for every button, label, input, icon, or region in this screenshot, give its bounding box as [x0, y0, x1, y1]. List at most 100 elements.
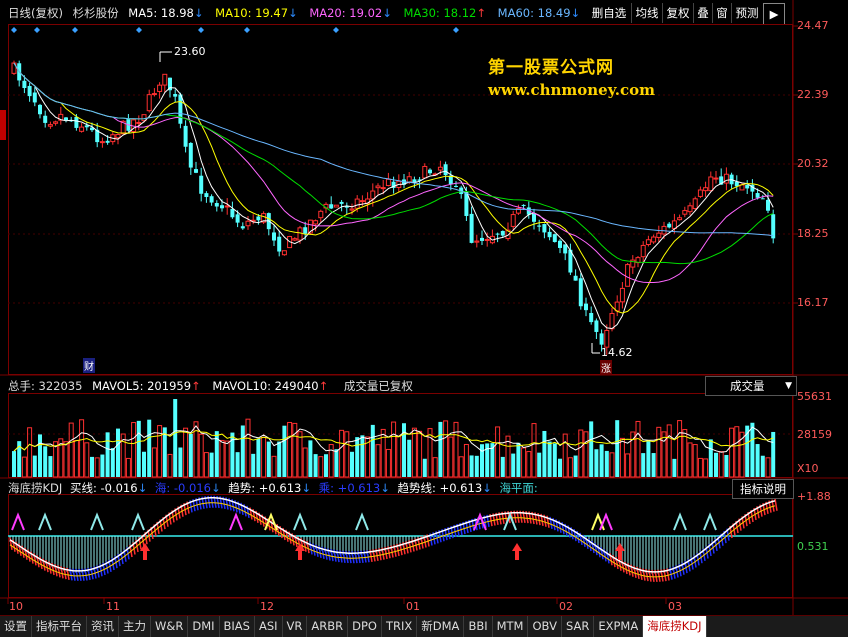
candle-down [220, 205, 224, 209]
tab-3[interactable]: 主力 [119, 616, 151, 637]
volume-bar-down [438, 421, 443, 477]
kdj-header: 海底捞KDJ 买线: -0.016↓ 海: -0.016↓ 趋势: +0.613… [8, 480, 538, 496]
volume-bar-up [666, 424, 672, 478]
volume-adjusted-note: 成交量已复权 [343, 379, 413, 393]
volume-bar-down [615, 420, 620, 477]
candlesticks [11, 60, 776, 355]
candle-up [53, 121, 59, 124]
volume-bar-up [68, 422, 74, 478]
finance-marker[interactable]: 财 [83, 358, 95, 373]
volume-indicator-dropdown[interactable]: 成交量 ▼ [705, 376, 797, 396]
ma60-line [13, 62, 774, 237]
tab-16[interactable]: SAR [562, 616, 595, 637]
volume-bar-down [360, 435, 365, 477]
candle-down [105, 140, 110, 143]
candle-down [443, 164, 448, 176]
volume-bar-up [287, 421, 293, 478]
tab-8[interactable]: VR [283, 616, 308, 637]
volume-bar-up [328, 444, 334, 478]
volume-bar-down [12, 451, 16, 477]
tab-17[interactable]: EXPMA [594, 616, 644, 637]
candle-down [74, 116, 79, 128]
tab-10[interactable]: DPO [348, 616, 382, 637]
candle-down [547, 231, 552, 238]
tab-6[interactable]: BIAS [220, 616, 255, 637]
indicator-help-button[interactable]: 指标说明 [732, 479, 794, 499]
candle-down [230, 208, 235, 218]
volume-bar-up [203, 452, 209, 478]
volume-bar-down [469, 455, 474, 477]
candle-up [146, 94, 152, 112]
tab-15[interactable]: OBV [528, 616, 562, 637]
arrow-down-icon: ↓ [210, 481, 221, 495]
volume-bar-up [609, 452, 615, 478]
volume-bar-down [350, 451, 354, 477]
volume-bar-up [432, 457, 438, 478]
volume-bar-down [235, 452, 240, 477]
candle-down [64, 117, 68, 121]
volume-bar-down [240, 425, 245, 477]
candle-down [183, 125, 188, 147]
candle-down [558, 240, 562, 248]
volume-bar-up [94, 457, 100, 478]
date-tick: 10 [9, 600, 23, 613]
tab-12[interactable]: 新DMA [417, 616, 465, 637]
volume-bar-up [729, 427, 735, 478]
tab-5[interactable]: DMI [188, 616, 220, 637]
candle-up [645, 239, 651, 246]
candle-down [532, 213, 536, 222]
candle-up [661, 225, 667, 235]
limit-up-marker[interactable]: 涨 [600, 360, 612, 375]
volume-bar-down [277, 441, 282, 477]
volume-bar-up [458, 456, 464, 478]
tab-7[interactable]: ASI [255, 616, 283, 637]
volume-bar-down [370, 424, 375, 477]
candle-up [692, 198, 698, 210]
volume-bar-down [641, 453, 646, 477]
candle-down [495, 233, 500, 235]
tab-2[interactable]: 资讯 [87, 616, 119, 637]
candle-up [682, 210, 688, 215]
tab-13[interactable]: BBI [464, 616, 493, 637]
total-volume: 总手: 322035 [8, 379, 83, 393]
candle-up [677, 217, 683, 221]
candle-up [437, 166, 443, 171]
volume-bar-down [256, 438, 261, 477]
candle-down [272, 232, 276, 241]
tab-0[interactable]: 设置 [0, 616, 32, 637]
volume-bar-up [63, 441, 69, 478]
candle-up [333, 204, 339, 208]
candle-down [204, 193, 209, 198]
kdj-trend: 趋势: +0.613 [228, 481, 302, 495]
candle-up [349, 208, 355, 211]
tab-14[interactable]: MTM [493, 616, 529, 637]
candle-down [22, 80, 27, 89]
kdj-signal-triangle [293, 512, 307, 531]
tab-9[interactable]: ARBR [307, 616, 349, 637]
kdj-signal-triangle [673, 512, 687, 531]
volume-bar-up [219, 439, 225, 478]
candle-up [313, 220, 319, 225]
candle-down [194, 169, 198, 173]
volume-bar-up [625, 453, 631, 478]
volume-bar-up [417, 430, 423, 478]
chevron-down-icon: ▼ [785, 381, 792, 391]
buy-arrow-icon [140, 543, 150, 560]
candle-up [292, 238, 298, 241]
candle-down [599, 333, 604, 345]
tab-11[interactable]: TRIX [382, 616, 418, 637]
volume-bar-down [480, 444, 484, 477]
candle-down [500, 230, 505, 236]
volume-bar-down [500, 456, 505, 477]
tab-4[interactable]: W&R [151, 616, 189, 637]
volume-bar-up [703, 458, 709, 478]
volume-bar-down [573, 455, 578, 477]
volume-bar-down [750, 422, 755, 477]
tab-1[interactable]: 指标平台 [32, 616, 87, 637]
moving-average-lines [13, 62, 774, 330]
volume-bar-up [245, 418, 251, 478]
tab-18[interactable]: 海底捞KDJ [643, 616, 707, 637]
volume-bar-down [43, 446, 48, 477]
candle-down [594, 320, 599, 332]
volume-bar-up [339, 429, 345, 478]
